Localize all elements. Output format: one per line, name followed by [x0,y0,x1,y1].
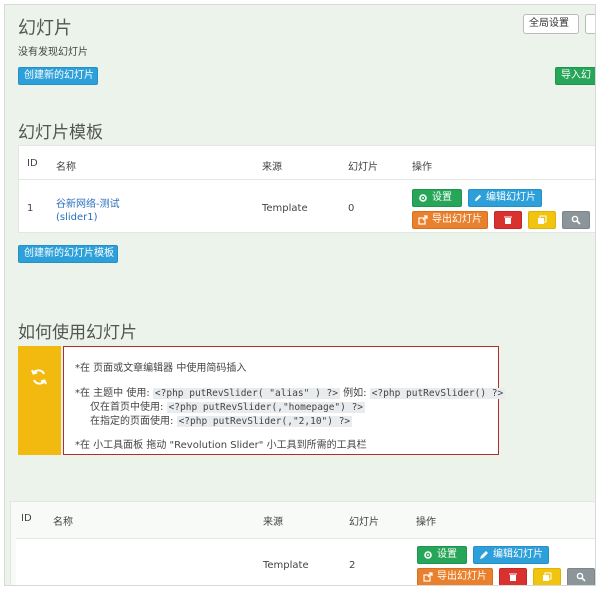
templates-heading: 幻灯片模板 [18,123,103,143]
col-id: ID [21,513,32,524]
row-source: Template [262,203,308,214]
table-divider [19,179,595,180]
global-settings-button[interactable]: 全局设置 [523,14,579,34]
export-label: 导出幻灯片 [432,214,482,225]
usage-code-example: <?php putRevSlider() ?> [369,388,506,399]
export-button[interactable]: 导出幻灯片 [412,211,488,229]
extra-button[interactable] [585,14,595,34]
refresh-icon [31,369,47,385]
create-template-label: 创建新的幻灯片模板 [24,248,114,259]
delete-button[interactable] [494,211,522,229]
gear-icon [424,551,432,559]
duplicate-button[interactable] [528,211,556,229]
usage-line-3: 仅在首页中使用: <?php putRevSlider(,"homepage")… [90,398,366,413]
gear-icon [419,194,427,202]
col-slides: 幻灯片 [348,162,378,173]
templates-table: ID 名称 来源 幻灯片 操作 1 谷新网络-测试 (slider1) Temp… [18,145,595,233]
settings-button[interactable]: 设置 [417,546,467,564]
col-name: 名称 [56,162,76,173]
duplicate-icon [543,572,552,581]
no-slider-text: 没有发现幻灯片 [18,47,88,58]
settings-label: 设置 [437,549,457,560]
col-source: 来源 [262,162,282,173]
import-slider-label: 导入幻 [561,70,591,81]
usage-icon-box [18,346,61,455]
export-icon [418,215,428,225]
slider-row: Template 2 设置 编辑幻灯片 导出幻灯片 [16,538,595,585]
edit-label: 编辑幻灯片 [486,192,536,203]
delete-button[interactable] [499,568,527,585]
usage-line-1: *在 页面或文章编辑器 中使用简码插入 [75,363,247,374]
col-slides: 幻灯片 [349,517,379,528]
usage-line-4-pre: 在指定的页面使用: [90,416,174,427]
usage-heading: 如何使用幻灯片 [18,323,137,343]
row-slides: 2 [349,560,356,571]
edit-slider-button[interactable]: 编辑幻灯片 [473,546,549,564]
duplicate-icon [538,215,547,224]
global-settings-label: 全局设置 [529,18,569,29]
usage-line-4: 在指定的页面使用: <?php putRevSlider(,"2,10") ?> [90,412,353,427]
col-id: ID [27,158,38,169]
page-frame: 幻灯片 全局设置 没有发现幻灯片 创建新的幻灯片 导入幻 幻灯片模板 ID 名称… [4,4,596,586]
col-name: 名称 [53,517,73,528]
import-slider-button[interactable]: 导入幻 [555,67,595,85]
pencil-icon [480,551,488,559]
usage-box: *在 页面或文章编辑器 中使用简码插入 *在 主题中 使用: <?php put… [63,346,506,455]
settings-button[interactable]: 设置 [412,189,462,207]
row-slides: 0 [348,203,355,214]
edit-slider-button[interactable]: 编辑幻灯片 [468,189,542,207]
col-actions: 操作 [416,517,436,528]
duplicate-button[interactable] [533,568,561,585]
col-actions: 操作 [412,162,432,173]
usage-line-5: *在 小工具面板 拖动 "Revolution Slider" 小工具到所需的工… [75,440,367,451]
search-icon [576,572,586,582]
preview-button[interactable] [567,568,595,585]
edit-label: 编辑幻灯片 [493,549,543,560]
usage-line-2: *在 主题中 使用: <?php putRevSlider( "alias" )… [75,384,506,399]
export-icon [423,572,433,582]
preview-button[interactable] [562,211,590,229]
create-slider-button[interactable]: 创建新的幻灯片 [18,67,98,85]
page-title: 幻灯片 [18,18,72,39]
row-alias: (slider1) [56,212,98,223]
row-source: Template [263,560,309,571]
search-icon [571,215,581,225]
row-id: 1 [27,203,34,214]
trash-icon [504,216,512,224]
col-source: 来源 [263,517,283,528]
create-template-button[interactable]: 创建新的幻灯片模板 [18,245,118,263]
export-label: 导出幻灯片 [437,571,487,582]
create-slider-label: 创建新的幻灯片 [24,70,94,81]
row-name-link[interactable]: 谷新网络-测试 [56,195,120,210]
pencil-icon [474,194,482,202]
sliders-table: ID 名称 来源 幻灯片 操作 Template 2 设置 编辑幻灯片 导出幻灯… [10,501,595,585]
usage-code-pages: <?php putRevSlider(,"2,10") ?> [176,416,353,427]
trash-icon [509,573,517,581]
settings-label: 设置 [432,192,452,203]
export-button[interactable]: 导出幻灯片 [417,568,493,585]
